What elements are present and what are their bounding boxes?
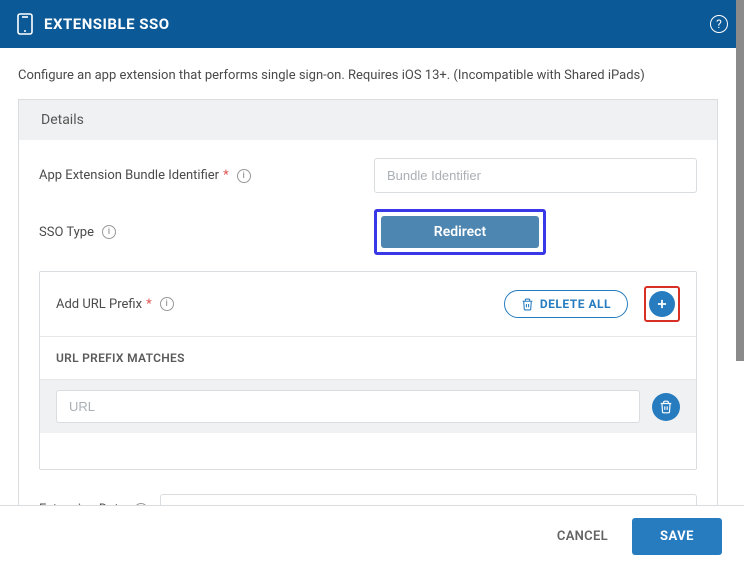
redirect-highlight-box: Redirect bbox=[374, 209, 546, 255]
trash-icon bbox=[521, 298, 534, 311]
sso-type-label-text: SSO Type bbox=[39, 225, 94, 240]
bundle-identifier-label: App Extension Bundle Identifier * i bbox=[39, 168, 374, 183]
description-text: Configure an app extension that performs… bbox=[0, 48, 736, 99]
scrollbar-track[interactable] bbox=[736, 0, 744, 361]
plus-icon bbox=[655, 297, 669, 311]
info-icon[interactable]: i bbox=[237, 169, 251, 183]
panel-section-title: Details bbox=[19, 100, 717, 140]
url-prefix-label-text: Add URL Prefix bbox=[56, 297, 142, 312]
modal-header: EXTENSIBLE SSO ? bbox=[0, 0, 744, 48]
add-highlight-box bbox=[644, 286, 680, 322]
info-icon[interactable]: i bbox=[102, 225, 116, 239]
content-area: Configure an app extension that performs… bbox=[0, 48, 736, 505]
url-prefix-input[interactable] bbox=[56, 390, 640, 423]
details-panel: Details App Extension Bundle Identifier … bbox=[18, 99, 718, 505]
info-icon[interactable]: i bbox=[160, 297, 174, 311]
modal-footer: CANCEL SAVE bbox=[0, 505, 744, 567]
add-url-button[interactable] bbox=[649, 291, 675, 317]
extension-data-label: Extension Data i bbox=[39, 494, 148, 505]
page-title: EXTENSIBLE SSO bbox=[44, 15, 170, 33]
bundle-id-label-text: App Extension Bundle Identifier bbox=[39, 168, 219, 183]
bundle-identifier-input[interactable] bbox=[374, 158, 697, 193]
extension-data-textarea[interactable]: Data passed to the app extension bbox=[160, 494, 697, 505]
url-prefix-label: Add URL Prefix * i bbox=[56, 297, 174, 312]
required-asterisk: * bbox=[223, 168, 229, 183]
trash-icon bbox=[659, 400, 673, 414]
delete-all-button[interactable]: DELETE ALL bbox=[504, 290, 628, 318]
cancel-button[interactable]: CANCEL bbox=[557, 529, 608, 544]
mobile-device-icon bbox=[16, 12, 34, 36]
required-asterisk: * bbox=[146, 297, 152, 312]
url-prefix-panel: Add URL Prefix * i DELETE ALL bbox=[39, 271, 697, 470]
sso-type-row: SSO Type i Redirect Credential bbox=[39, 209, 697, 255]
sso-type-label: SSO Type i bbox=[39, 225, 374, 240]
sso-type-redirect[interactable]: Redirect bbox=[381, 216, 539, 248]
bundle-identifier-row: App Extension Bundle Identifier * i bbox=[39, 158, 697, 193]
help-icon[interactable]: ? bbox=[710, 15, 728, 33]
url-prefix-row bbox=[40, 380, 696, 433]
extension-data-row: Extension Data i Data passed to the app … bbox=[39, 494, 697, 505]
delete-all-label: DELETE ALL bbox=[540, 297, 611, 311]
url-prefix-header: Add URL Prefix * i DELETE ALL bbox=[40, 272, 696, 337]
sso-type-toggle: Redirect Credential bbox=[374, 209, 697, 255]
panel-body: App Extension Bundle Identifier * i SSO … bbox=[19, 140, 717, 505]
scrollbar-thumb[interactable] bbox=[736, 0, 744, 361]
save-button[interactable]: SAVE bbox=[632, 518, 722, 555]
delete-url-button[interactable] bbox=[652, 393, 680, 421]
url-prefix-table-header: URL PREFIX MATCHES bbox=[40, 337, 696, 380]
sso-type-credential[interactable]: Credential bbox=[543, 213, 697, 251]
empty-strip bbox=[40, 433, 696, 469]
